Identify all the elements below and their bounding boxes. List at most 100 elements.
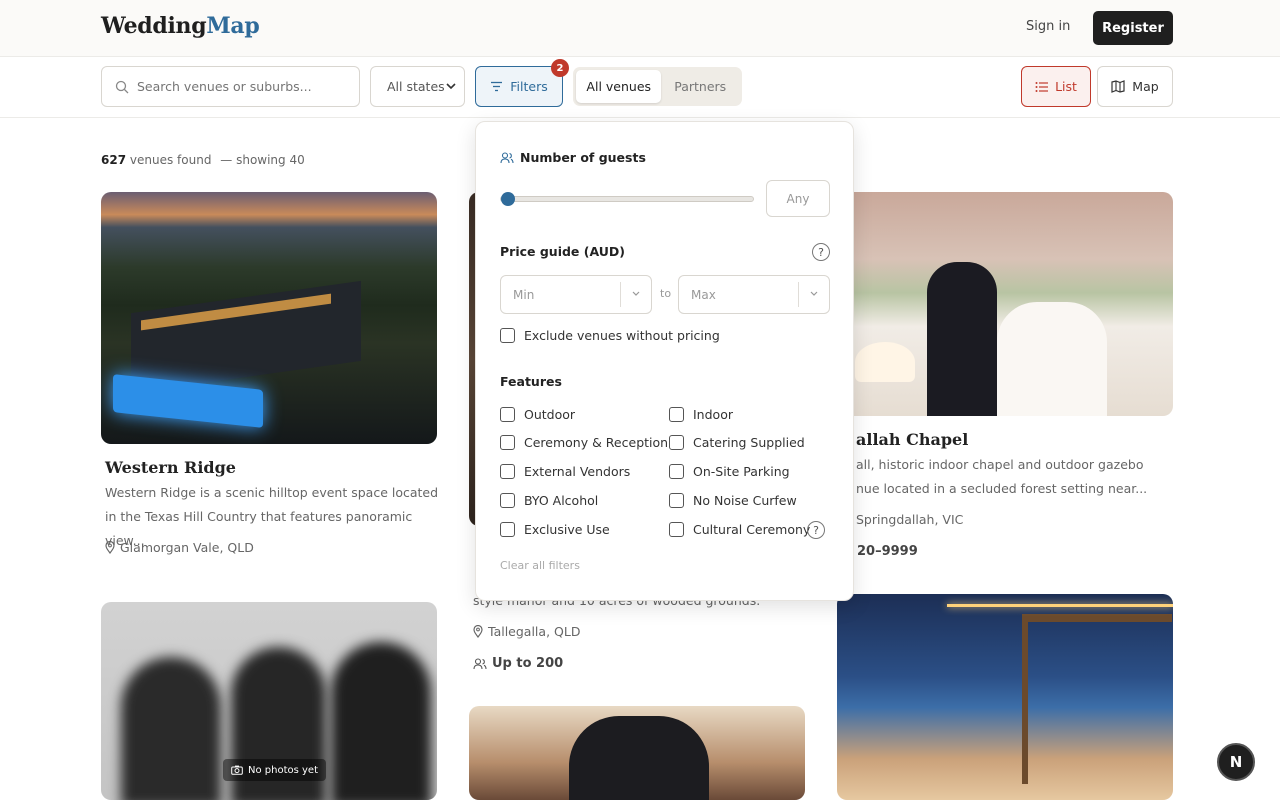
checkbox-box[interactable] bbox=[669, 435, 684, 450]
checkbox-label: Outdoor bbox=[524, 407, 576, 422]
blur-figure-shape bbox=[121, 657, 221, 800]
checkbox-box[interactable] bbox=[669, 464, 684, 479]
checkbox-label: Indoor bbox=[693, 407, 733, 422]
feature-checkbox-outdoor[interactable]: Outdoor bbox=[500, 407, 575, 422]
feature-checkbox-indoor[interactable]: Indoor bbox=[669, 407, 733, 422]
venue-card-image[interactable] bbox=[837, 192, 1173, 416]
chevron-down-icon bbox=[632, 291, 640, 296]
search-field[interactable] bbox=[101, 66, 360, 107]
exclude-no-pricing-checkbox[interactable]: Exclude venues without pricing bbox=[500, 328, 720, 343]
results-count-label: venues found bbox=[129, 153, 212, 167]
chevron-down-icon bbox=[446, 83, 456, 90]
checkbox-box[interactable] bbox=[669, 407, 684, 422]
price-max-select[interactable]: Max bbox=[678, 275, 830, 314]
checkbox-box[interactable] bbox=[500, 328, 515, 343]
feature-checkbox-catering[interactable]: Catering Supplied bbox=[669, 435, 805, 450]
feature-checkbox-ceremony-reception[interactable]: Ceremony & Reception bbox=[500, 435, 668, 450]
list-view-label: List bbox=[1055, 79, 1077, 94]
price-help-icon[interactable]: ? bbox=[812, 243, 830, 261]
venue-title[interactable]: allah Chapel bbox=[856, 430, 968, 449]
floating-assistant-button[interactable]: N bbox=[1217, 743, 1255, 781]
venue-location: Springdallah, VIC bbox=[856, 512, 963, 527]
results-showing-label: — showing 40 bbox=[220, 153, 305, 167]
checkbox-label: Exclusive Use bbox=[524, 522, 610, 537]
search-icon bbox=[115, 80, 129, 93]
list-icon bbox=[1035, 81, 1049, 92]
clear-filters-link[interactable]: Clear all filters bbox=[500, 559, 580, 572]
feature-checkbox-byo-alcohol[interactable]: BYO Alcohol bbox=[500, 493, 598, 508]
checkbox-label: No Noise Curfew bbox=[693, 493, 797, 508]
camera-icon bbox=[231, 765, 243, 775]
map-icon bbox=[1111, 80, 1125, 93]
segment-partners[interactable]: Partners bbox=[661, 70, 739, 103]
chevron-down-icon bbox=[810, 291, 818, 296]
list-view-button[interactable]: List bbox=[1021, 66, 1091, 107]
guests-title-text: Number of guests bbox=[520, 150, 646, 165]
filter-toolbar: All states Filters 2 All venues Partners… bbox=[0, 57, 1280, 118]
state-select[interactable]: All states bbox=[370, 66, 465, 107]
cultural-ceremony-help-icon[interactable]: ? bbox=[807, 521, 825, 539]
couple-bride-shape bbox=[997, 302, 1107, 416]
state-select-value: All states bbox=[387, 79, 445, 94]
no-photo-label: No photos yet bbox=[223, 759, 326, 781]
map-view-button[interactable]: Map bbox=[1097, 66, 1173, 107]
checkbox-box[interactable] bbox=[500, 493, 515, 508]
search-input[interactable] bbox=[137, 79, 337, 94]
price-range-separator: to bbox=[660, 287, 672, 300]
venue-type-toggle: All venues Partners bbox=[573, 67, 742, 106]
logo-text-map: Map bbox=[206, 13, 260, 39]
guests-slider-track[interactable] bbox=[500, 196, 754, 202]
checkbox-box[interactable] bbox=[669, 493, 684, 508]
blur-figure-shape bbox=[331, 642, 431, 800]
checkbox-box[interactable] bbox=[500, 522, 515, 537]
site-logo[interactable]: WeddingMap bbox=[101, 13, 260, 39]
pergola-shape bbox=[1022, 614, 1172, 784]
price-min-value: Min bbox=[513, 287, 535, 302]
select-divider bbox=[620, 282, 621, 307]
segment-all-venues[interactable]: All venues bbox=[576, 70, 662, 103]
no-photo-text: No photos yet bbox=[248, 764, 318, 776]
checkbox-box[interactable] bbox=[500, 435, 515, 450]
venue-location: Tallegalla, QLD bbox=[473, 624, 580, 639]
feature-checkbox-no-curfew[interactable]: No Noise Curfew bbox=[669, 493, 797, 508]
results-count: 627 venues found — showing 40 bbox=[101, 153, 305, 167]
checkbox-box[interactable] bbox=[500, 407, 515, 422]
features-section-title: Features bbox=[500, 374, 562, 389]
filter-lines-icon bbox=[491, 81, 503, 92]
venue-card-image[interactable] bbox=[101, 192, 437, 444]
venue-card-image[interactable] bbox=[837, 594, 1173, 800]
guests-value-field[interactable]: Any bbox=[766, 180, 830, 217]
venue-card-image[interactable] bbox=[469, 706, 805, 800]
guests-icon bbox=[500, 151, 514, 163]
checkbox-label: Catering Supplied bbox=[693, 435, 805, 450]
venue-location-text: Tallegalla, QLD bbox=[488, 624, 581, 639]
guests-section-title: Number of guests bbox=[500, 150, 646, 165]
venue-capacity: 20–9999 bbox=[857, 544, 918, 559]
price-max-value: Max bbox=[691, 287, 716, 302]
checkbox-box[interactable] bbox=[669, 522, 684, 537]
checkbox-label: BYO Alcohol bbox=[524, 493, 599, 508]
map-view-label: Map bbox=[1132, 79, 1159, 94]
lights-shape bbox=[947, 604, 1173, 607]
sign-in-link[interactable]: Sign in bbox=[1026, 19, 1070, 34]
top-navigation: WeddingMap Sign in Register bbox=[0, 0, 1280, 57]
checkbox-label: Exclude venues without pricing bbox=[524, 328, 720, 343]
checkbox-label: Ceremony & Reception bbox=[524, 435, 669, 450]
register-button[interactable]: Register bbox=[1093, 11, 1173, 45]
pool-shape bbox=[113, 374, 263, 428]
logo-text-wedding: Wedding bbox=[101, 13, 207, 39]
guests-slider-handle[interactable] bbox=[501, 192, 515, 206]
venue-card-image[interactable]: No photos yet bbox=[101, 602, 437, 800]
checkbox-label: On-Site Parking bbox=[693, 464, 790, 479]
venue-title[interactable]: Western Ridge bbox=[105, 458, 236, 477]
feature-checkbox-exclusive-use[interactable]: Exclusive Use bbox=[500, 522, 610, 537]
venue-location-text: Springdallah, VIC bbox=[856, 512, 964, 527]
checkbox-box[interactable] bbox=[500, 464, 515, 479]
price-min-select[interactable]: Min bbox=[500, 275, 652, 314]
venue-location: Glamorgan Vale, QLD bbox=[105, 540, 254, 555]
filters-button[interactable]: Filters bbox=[475, 66, 563, 107]
feature-checkbox-parking[interactable]: On-Site Parking bbox=[669, 464, 790, 479]
feature-checkbox-external-vendors[interactable]: External Vendors bbox=[500, 464, 630, 479]
guests-icon bbox=[473, 657, 487, 669]
feature-checkbox-cultural-ceremony[interactable]: Cultural Ceremony bbox=[669, 522, 810, 537]
